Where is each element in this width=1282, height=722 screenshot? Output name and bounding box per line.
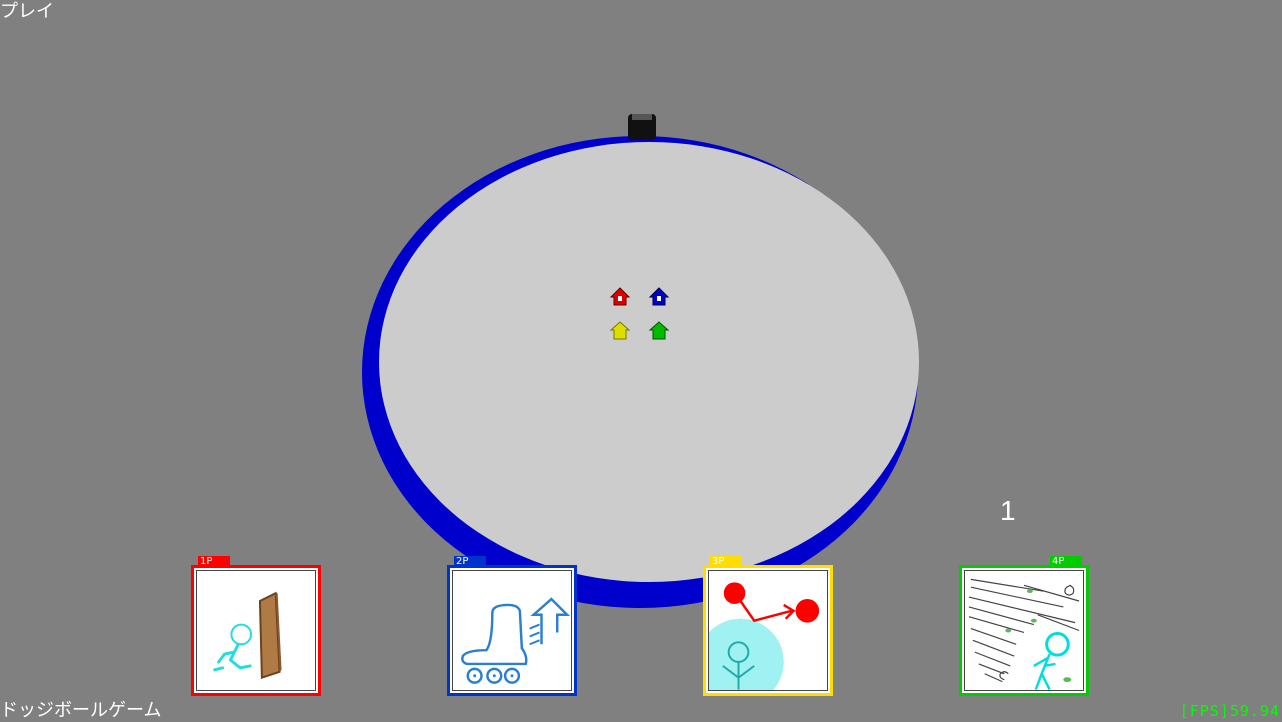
player-card-3p: 3P xyxy=(703,556,833,696)
roller-skate-speed-icon xyxy=(461,597,571,684)
player-tag-2p: 2P xyxy=(454,556,486,568)
ball-redirect-icon xyxy=(709,582,820,690)
arena-pole xyxy=(628,114,656,140)
player-card-4p: 4P xyxy=(959,556,1089,696)
player-card-2p: 2P xyxy=(447,556,577,696)
wind-icon xyxy=(968,578,1080,690)
player-tag-4p: 4P xyxy=(1050,556,1082,568)
player-tag-1p: 1P xyxy=(198,556,230,568)
fps-counter: [FPS]59.94 xyxy=(1179,702,1280,720)
player-tag-3p: 3P xyxy=(710,556,742,568)
arena-floor xyxy=(379,142,919,582)
wall-icon xyxy=(213,591,282,680)
round-counter: 1 xyxy=(1000,495,1016,526)
mode-label: プレイ xyxy=(0,1,54,22)
player-card-1p: 1P xyxy=(191,556,321,696)
game-title: ドッジボールゲーム xyxy=(0,700,162,721)
